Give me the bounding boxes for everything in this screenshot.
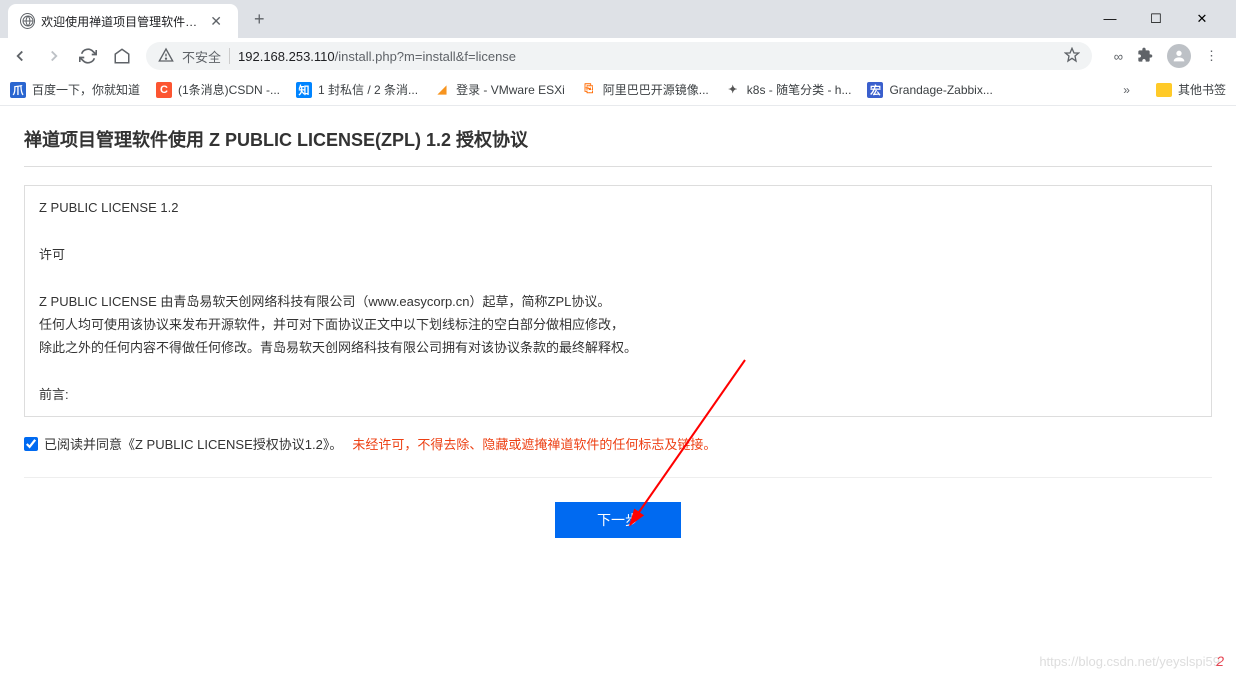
bookmark-favicon: C — [156, 82, 172, 98]
new-tab-button[interactable]: + — [246, 5, 273, 34]
bookmark-label: k8s - 随笔分类 - h... — [747, 81, 852, 98]
agree-checkbox[interactable] — [24, 437, 38, 451]
url-input[interactable]: 不安全 192.168.253.110/install.php?m=instal… — [146, 42, 1092, 70]
forward-button[interactable] — [44, 46, 64, 66]
browser-tab[interactable]: 欢迎使用禅道项目管理软件! - 禅 ✕ — [8, 4, 238, 38]
bookmark-favicon: ◢ — [434, 82, 450, 98]
bookmark-label: 1 封私信 / 2 条消... — [318, 81, 418, 98]
bookmarks-overflow-icon[interactable]: » — [1123, 83, 1130, 97]
bookmark-label: 阿里巴巴开源镜像... — [603, 81, 709, 98]
warning-icon — [158, 47, 174, 66]
watermark: https://blog.csdn.net/yeyslspi59 — [1039, 654, 1220, 669]
divider — [229, 48, 230, 64]
other-bookmarks-label: 其他书签 — [1178, 81, 1226, 98]
next-button[interactable]: 下一步 — [555, 502, 681, 538]
bookmark-label: (1条消息)CSDN -... — [178, 81, 280, 98]
security-label: 不安全 — [182, 47, 221, 66]
agree-warning: 未经许可，不得去除、隐藏或遮掩禅道软件的任何标志及链接。 — [352, 434, 716, 453]
bookmark-item[interactable]: ◢ 登录 - VMware ESXi — [434, 81, 565, 98]
other-bookmarks[interactable]: 其他书签 — [1156, 81, 1226, 98]
maximize-icon[interactable]: ☐ — [1142, 11, 1170, 27]
page-title: 禅道项目管理软件使用 Z PUBLIC LICENSE(ZPL) 1.2 授权协… — [24, 126, 1212, 152]
menu-icon[interactable]: ⋮ — [1205, 48, 1218, 64]
bookmarks-bar: 爪百度一下，你就知道 C (1条消息)CSDN -... 知 1 封私信 / 2 条消.… — [0, 74, 1236, 106]
divider — [24, 166, 1212, 167]
bookmark-item[interactable]: C (1条消息)CSDN -... — [156, 81, 280, 98]
bookmark-favicon: ⎘ — [581, 82, 597, 98]
bookmark-favicon: 知 — [296, 82, 312, 98]
reload-button[interactable] — [78, 46, 98, 66]
page-number: 2 — [1216, 653, 1224, 669]
cloud-icon[interactable]: ∞ — [1114, 49, 1123, 64]
globe-icon — [20, 13, 35, 29]
close-window-icon[interactable]: ✕ — [1188, 11, 1216, 27]
divider — [24, 477, 1212, 478]
page-content: 禅道项目管理软件使用 Z PUBLIC LICENSE(ZPL) 1.2 授权协… — [0, 106, 1236, 558]
profile-icon[interactable] — [1167, 44, 1191, 68]
bookmark-item[interactable]: ⎘ 阿里巴巴开源镜像... — [581, 81, 709, 98]
bookmark-item[interactable]: 知 1 封私信 / 2 条消... — [296, 81, 418, 98]
bookmark-favicon: 爪 — [10, 82, 26, 98]
url-text: 192.168.253.110/install.php?m=install&f=… — [238, 49, 1056, 64]
agree-label: 已阅读并同意《Z PUBLIC LICENSE授权协议1.2》。 — [44, 434, 342, 453]
bookmark-label: 登录 - VMware ESXi — [456, 81, 565, 98]
back-button[interactable] — [10, 46, 30, 66]
bookmark-favicon: 宏 — [867, 82, 883, 98]
folder-icon — [1156, 83, 1172, 97]
bookmark-item[interactable]: 爪百度一下，你就知道 — [10, 81, 140, 98]
agree-row: 已阅读并同意《Z PUBLIC LICENSE授权协议1.2》。 未经许可，不得… — [24, 434, 1212, 453]
bookmark-item[interactable]: ✦ k8s - 随笔分类 - h... — [725, 81, 852, 98]
extensions-icon[interactable] — [1137, 47, 1153, 66]
license-textarea[interactable] — [24, 185, 1212, 417]
star-icon[interactable] — [1064, 47, 1080, 66]
bookmark-label: Grandage-Zabbix... — [889, 83, 992, 97]
close-icon[interactable]: ✕ — [206, 13, 226, 30]
minimize-icon[interactable]: — — [1096, 11, 1124, 27]
bookmark-favicon: ✦ — [725, 82, 741, 98]
bookmark-item[interactable]: 宏 Grandage-Zabbix... — [867, 82, 992, 98]
bookmark-label: 百度一下，你就知道 — [32, 81, 140, 98]
home-button[interactable] — [112, 46, 132, 66]
window-controls: — ☐ ✕ — [1096, 11, 1228, 27]
tab-bar: 欢迎使用禅道项目管理软件! - 禅 ✕ + — ☐ ✕ — [0, 0, 1236, 38]
address-bar: 不安全 192.168.253.110/install.php?m=instal… — [0, 38, 1236, 74]
tab-title: 欢迎使用禅道项目管理软件! - 禅 — [41, 13, 200, 30]
